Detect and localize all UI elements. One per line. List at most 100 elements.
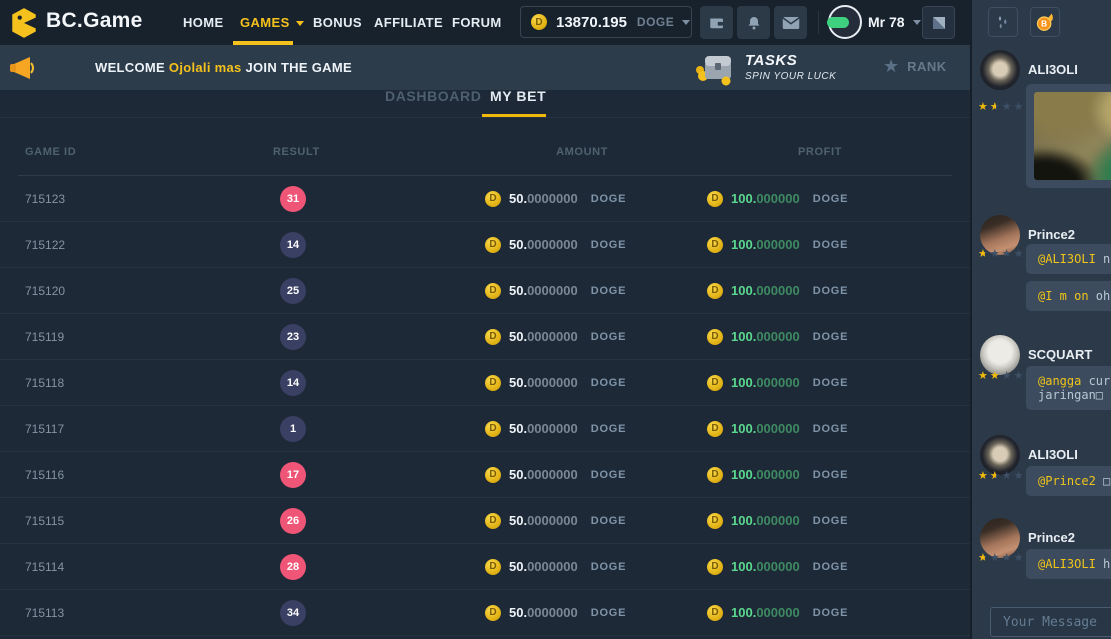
profit-zeros: 000000 [756, 237, 799, 252]
doge-coin-icon [485, 191, 501, 207]
chat-message-input[interactable] [990, 607, 1111, 637]
mention[interactable]: @ALI3OLI [1038, 557, 1096, 571]
table-row[interactable]: 715117 1 50.0000000DOGE 100.000000DOGE [0, 406, 970, 452]
amount-zeros: 0000000 [527, 237, 578, 252]
mention[interactable]: @I m on [1038, 289, 1089, 303]
table-row[interactable]: 715118 14 50.0000000DOGE 100.000000DOGE [0, 360, 970, 406]
user-avatar[interactable] [828, 5, 862, 39]
amount-zeros: 0000000 [527, 513, 578, 528]
chat-username[interactable]: ALI3OLI [1028, 447, 1078, 462]
welcome-suffix: JOIN THE GAME [242, 60, 352, 75]
profit-cell: 100.000000DOGE [707, 222, 848, 267]
column-header-result: RESULT [273, 146, 320, 158]
star-icon: ★ [1002, 551, 1014, 564]
tasks-shortcut[interactable]: TASKS SPIN YOUR LUCK [693, 48, 836, 86]
wallet-button[interactable] [700, 6, 733, 39]
profit-value: 100. [731, 559, 756, 574]
balance-selector[interactable]: 13870.195 DOGE [520, 6, 692, 38]
coin-rain-button[interactable] [988, 7, 1018, 37]
amount-currency: DOGE [591, 193, 627, 205]
chat-username[interactable]: SCQUART [1028, 347, 1092, 362]
rank-label: RANK [907, 59, 947, 74]
game-id: 715120 [25, 284, 65, 298]
amount-value: 50. [509, 329, 527, 344]
amount-currency: DOGE [591, 239, 627, 251]
profit-cell: 100.000000DOGE [707, 268, 848, 313]
amount-currency: DOGE [591, 561, 627, 573]
brand-title[interactable]: BC.Game [46, 9, 143, 33]
nav-item-bonus[interactable]: BONUS [313, 15, 362, 30]
nav-item-forum[interactable]: FORUM [452, 15, 502, 30]
profit-currency: DOGE [813, 561, 849, 573]
profit-currency: DOGE [813, 331, 849, 343]
star-icon: ★ [990, 469, 1002, 482]
hot-coin-button[interactable]: B [1030, 7, 1060, 37]
game-id: 715118 [25, 376, 64, 390]
panel-toggle-icon [930, 14, 948, 32]
tasks-titles: TASKS SPIN YOUR LUCK [745, 52, 836, 82]
nav-item-games[interactable]: GAMES [240, 15, 304, 30]
table-row[interactable]: 715114 28 50.0000000DOGE 100.000000DOGE [0, 544, 970, 590]
chat-image-gif[interactable] [1034, 92, 1111, 180]
nav-item-affiliate[interactable]: AFFILIATE [374, 15, 443, 30]
result-badge: 26 [280, 508, 306, 534]
doge-coin-icon [485, 605, 501, 621]
avatar[interactable] [980, 50, 1020, 90]
profit-currency: DOGE [813, 515, 849, 527]
chat-username[interactable]: Prince2 [1028, 227, 1075, 242]
mention[interactable]: @Prince2 [1038, 474, 1096, 488]
tab-dashboard[interactable]: DASHBOARD [385, 88, 481, 104]
table-row[interactable]: 715119 23 50.0000000DOGE 100.000000DOGE [0, 314, 970, 360]
rank-shortcut[interactable]: ★ RANK [883, 57, 947, 75]
table-row[interactable]: 715113 34 50.0000000DOGE 100.000000DOGE [0, 590, 970, 636]
star-icon: ★ [1002, 100, 1014, 113]
mention[interactable]: @angga [1038, 374, 1081, 388]
table-row[interactable]: 715122 14 50.0000000DOGE 100.000000DOGE [0, 222, 970, 268]
profit-cell: 100.000000DOGE [707, 314, 848, 359]
star-icon: ★ [978, 100, 990, 113]
amount-value: 50. [509, 467, 527, 482]
chat-username[interactable]: ALI3OLI [1028, 62, 1078, 77]
table-row[interactable]: 715123 31 50.0000000DOGE 100.000000DOGE [0, 176, 970, 222]
messages-button[interactable] [774, 6, 807, 39]
amount-zeros: 0000000 [527, 421, 578, 436]
amount-cell: 50.0000000DOGE [485, 222, 626, 267]
panel-toggle-button[interactable] [922, 6, 955, 39]
welcome-prefix: WELCOME [95, 60, 169, 75]
profit-value: 100. [731, 329, 756, 344]
tab-my-bet[interactable]: MY BET [490, 88, 546, 104]
notifications-button[interactable] [737, 6, 770, 39]
amount-currency: DOGE [591, 515, 627, 527]
amount-value: 50. [509, 421, 527, 436]
chat-bubble: @ALI3OLI he [1026, 549, 1111, 579]
chat-text: cur [1081, 374, 1110, 388]
doge-coin-icon [707, 283, 723, 299]
chat-username[interactable]: Prince2 [1028, 530, 1075, 545]
table-row[interactable]: 715120 25 50.0000000DOGE 100.000000DOGE [0, 268, 970, 314]
amount-cell: 50.0000000DOGE [485, 498, 626, 543]
profit-value: 100. [731, 283, 756, 298]
result-badge: 14 [280, 370, 306, 396]
mention[interactable]: @ALI3OLI [1038, 252, 1096, 266]
game-id: 715114 [25, 560, 64, 574]
star-icon: ★ [1014, 551, 1026, 564]
profit-currency: DOGE [813, 469, 849, 481]
username[interactable]: Mr 78 [868, 14, 905, 30]
doge-coin-icon [707, 375, 723, 391]
doge-coin-icon [485, 329, 501, 345]
nav-item-home[interactable]: HOME [183, 15, 224, 30]
result-badge: 25 [280, 278, 306, 304]
table-row[interactable]: 715115 26 50.0000000DOGE 100.000000DOGE [0, 498, 970, 544]
bcgame-logo-icon[interactable] [8, 7, 40, 39]
amount-cell: 50.0000000DOGE [485, 360, 626, 405]
welcome-username: Ojolali mas [169, 60, 242, 75]
amount-value: 50. [509, 375, 527, 390]
balance-amount: 13870.195 [556, 14, 627, 31]
doge-coin-icon [707, 467, 723, 483]
game-id: 715115 [25, 514, 64, 528]
table-row[interactable]: 715116 17 50.0000000DOGE 100.000000DOGE [0, 452, 970, 498]
profit-currency: DOGE [813, 193, 849, 205]
game-id: 715113 [25, 606, 64, 620]
star-icon: ★ [990, 551, 1002, 564]
profit-currency: DOGE [813, 607, 849, 619]
